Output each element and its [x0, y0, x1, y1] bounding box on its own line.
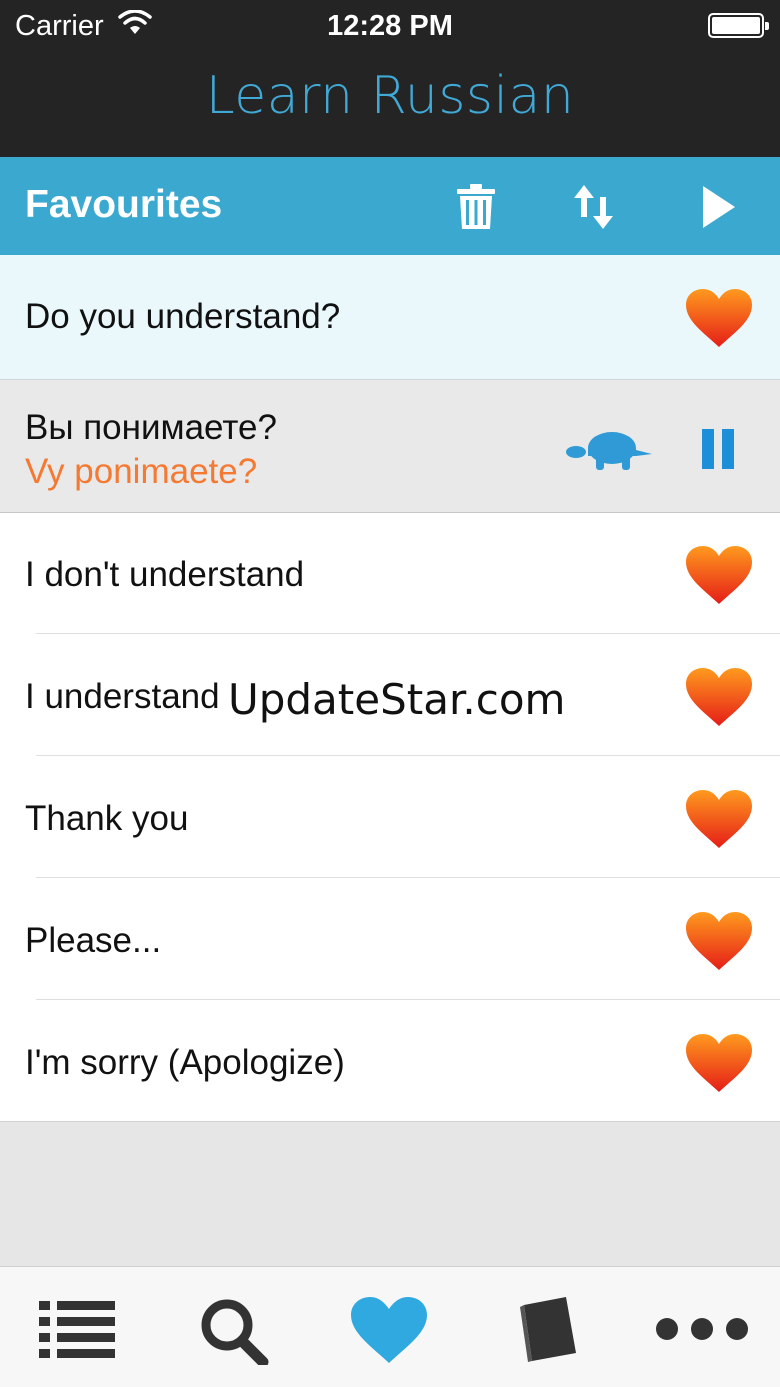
phrase-label: Thank you — [25, 799, 189, 838]
heart-icon[interactable] — [684, 788, 754, 850]
slow-playback-turtle-icon[interactable] — [566, 428, 654, 479]
status-bar: Carrier 12:28 PM — [0, 0, 780, 54]
heart-icon[interactable] — [684, 666, 754, 728]
translation-panel: Вы понимаете? Vy ponimaete? — [0, 380, 780, 513]
pause-icon[interactable] — [700, 428, 738, 475]
transliteration-text: Vy ponimaete? — [25, 452, 258, 491]
phrase-label: Please... — [25, 921, 162, 960]
header: Carrier 12:28 PM Learn Russian — [0, 0, 780, 157]
app-title: Learn Russian — [205, 66, 575, 126]
phrase-row-selected[interactable]: Do you understand? — [0, 255, 780, 380]
list-item[interactable]: Please... — [0, 878, 780, 1000]
russian-text: Вы понимаете? — [25, 408, 277, 447]
battery-icon — [708, 13, 769, 38]
sort-icon[interactable] — [570, 181, 622, 233]
watermark: UpdateStar.com — [228, 675, 566, 724]
book-icon[interactable] — [510, 1295, 590, 1365]
list-item[interactable]: Thank you — [0, 756, 780, 878]
tab-bar — [0, 1266, 780, 1387]
heart-icon[interactable] — [684, 544, 754, 606]
trash-icon[interactable] — [450, 181, 502, 233]
search-icon[interactable] — [195, 1295, 275, 1368]
toolbar-title: Favourites — [25, 183, 223, 226]
list-item[interactable]: I don't understand — [0, 513, 780, 634]
heart-icon[interactable] — [684, 287, 754, 349]
heart-icon[interactable] — [684, 910, 754, 972]
heart-icon[interactable] — [684, 1032, 754, 1094]
play-icon[interactable] — [695, 181, 747, 233]
status-time: 12:28 PM — [327, 10, 453, 42]
phrase-label: I don't understand — [25, 555, 305, 594]
favourites-toolbar: Favourites — [0, 157, 780, 255]
list-item[interactable]: I'm sorry (Apologize) — [0, 1000, 780, 1122]
heart-icon[interactable] — [349, 1295, 429, 1365]
more-icon[interactable] — [655, 1295, 748, 1365]
list-icon[interactable] — [37, 1295, 117, 1365]
phrase-label: Do you understand? — [25, 297, 341, 336]
phrase-label: I'm sorry (Apologize) — [25, 1043, 345, 1082]
phrase-label: I understand — [25, 677, 220, 716]
